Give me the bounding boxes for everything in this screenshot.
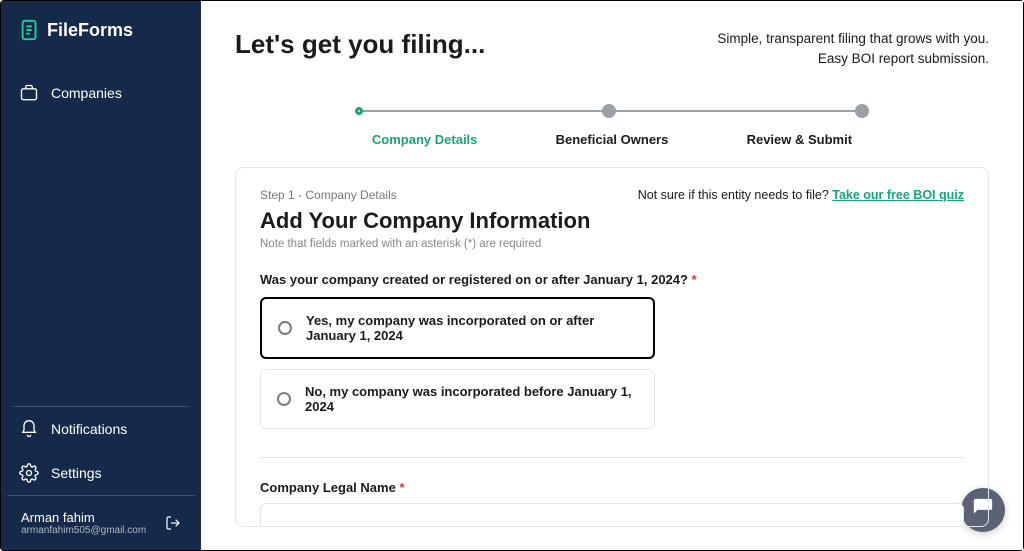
legal-name-input[interactable] [260,503,964,527]
form-heading: Add Your Company Information [260,208,964,234]
stepper [355,104,869,118]
radio-option-no[interactable]: No, my company was incorporated before J… [260,369,655,429]
page-title: Let's get you filing... [235,29,485,60]
gear-icon [19,463,39,483]
sidebar-bottom: Notifications Settings Arman fahim arman… [1,406,201,550]
step-line [361,110,604,112]
bell-icon [19,419,39,439]
required-asterisk: * [399,480,404,495]
sidebar-item-label: Companies [51,85,122,101]
quiz-prefix: Not sure if this entity needs to file? [638,188,833,202]
radio-label: No, my company was incorporated before J… [305,384,638,414]
sidebar-item-label: Notifications [51,421,127,437]
radio-icon [277,392,291,406]
step-label-2[interactable]: Beneficial Owners [518,132,705,147]
subtitle-line-2: Easy BOI report submission. [717,49,989,69]
radio-option-yes[interactable]: Yes, my company was incorporated on or a… [260,297,655,359]
radio-label: Yes, my company was incorporated on or a… [306,313,637,343]
quiz-link[interactable]: Take our free BOI quiz [832,188,964,202]
user-text: Arman fahim armanfahim505@gmail.com [21,510,146,536]
legal-name-label: Company Legal Name * [260,480,964,495]
sidebar-item-label: Settings [51,465,102,481]
form-note: Note that fields marked with an asterisk… [260,238,964,250]
step-3-dot [855,104,869,118]
step-line [614,110,857,112]
subtitle-block: Simple, transparent filing that grows wi… [717,29,989,70]
step-labels: Company Details Beneficial Owners Review… [331,132,893,147]
logout-icon[interactable] [165,515,181,531]
step-2-dot [602,104,616,118]
logo-text: FileForms [47,20,133,41]
nav-top: Companies [1,51,201,135]
user-name: Arman fahim [21,510,146,525]
required-asterisk: * [692,272,697,287]
step-text: Step 1 - Company Details [260,188,397,202]
main: Let's get you filing... Simple, transpar… [201,1,1023,550]
user-block: Arman fahim armanfahim505@gmail.com [7,495,195,550]
step-label-1[interactable]: Company Details [331,132,518,147]
briefcase-icon [19,83,39,103]
step-1-dot [355,107,363,115]
form-card: Step 1 - Company Details Not sure if thi… [235,167,989,527]
sidebar-item-settings[interactable]: Settings [1,451,201,495]
logo-icon [19,19,41,41]
card-top-row: Step 1 - Company Details Not sure if thi… [260,188,964,202]
sidebar: FileForms Companies Notifications Settin… [1,1,201,550]
radio-icon [278,321,292,335]
user-email: armanfahim505@gmail.com [21,525,146,536]
header-row: Let's get you filing... Simple, transpar… [235,29,989,70]
sidebar-item-notifications[interactable]: Notifications [1,407,201,451]
question-1-label: Was your company created or registered o… [260,272,964,287]
sidebar-item-companies[interactable]: Companies [1,71,201,115]
quiz-text: Not sure if this entity needs to file? T… [638,188,964,202]
divider [260,457,964,458]
subtitle-line-1: Simple, transparent filing that grows wi… [717,29,989,49]
step-label-3[interactable]: Review & Submit [706,132,893,147]
